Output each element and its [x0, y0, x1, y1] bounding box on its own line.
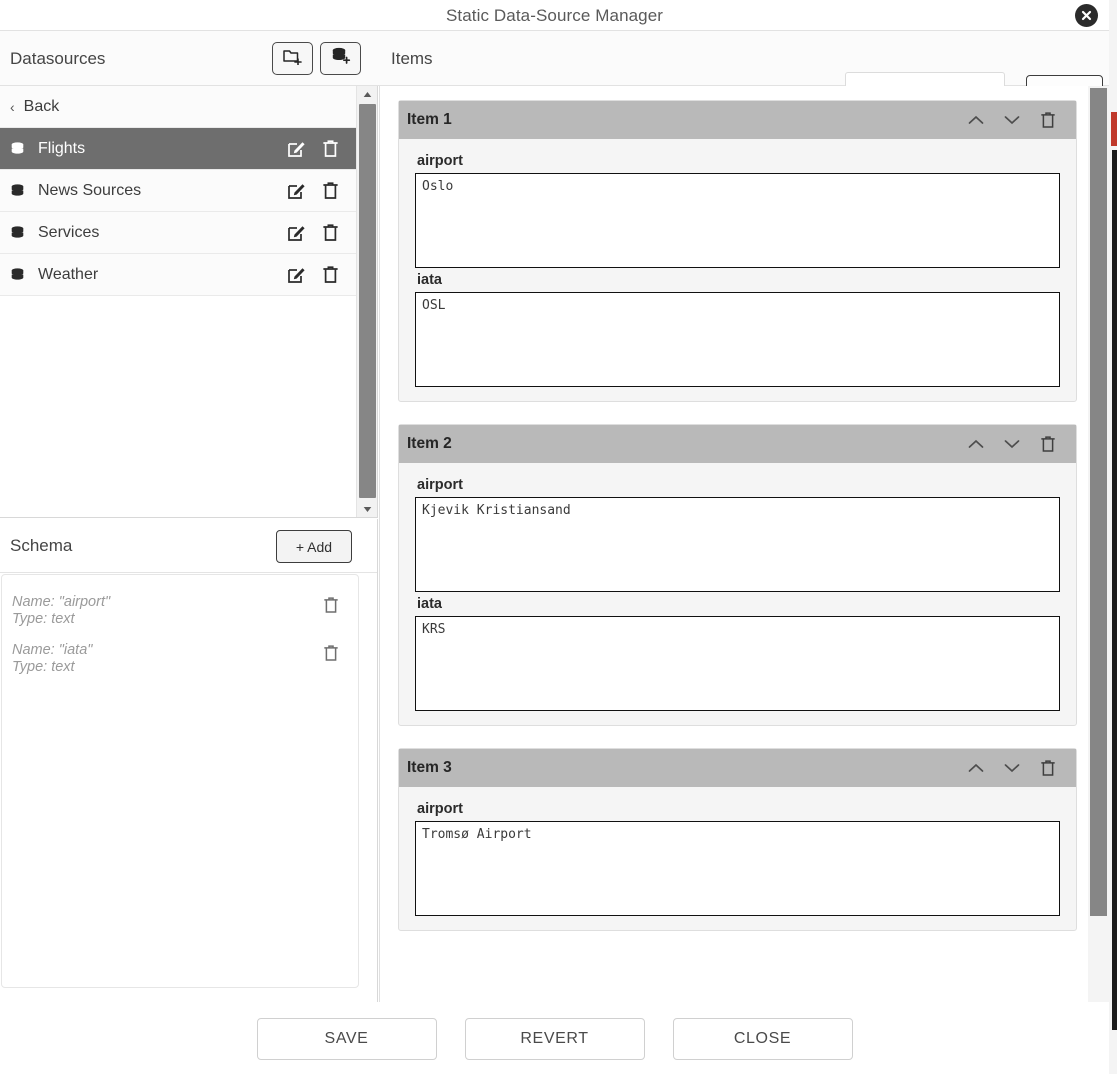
folder-plus-icon — [283, 48, 302, 70]
items-heading: Items — [391, 49, 433, 68]
left-column: ‹ Back Flights News Sources Services Wea… — [0, 86, 378, 1002]
field-label: iata — [417, 272, 442, 288]
edit-icon[interactable] — [279, 265, 313, 284]
item-header: Item 3 — [399, 749, 1076, 787]
sidebar-item-services[interactable]: Services — [0, 212, 357, 254]
add-folder-button[interactable] — [272, 42, 313, 75]
item-title: Item 1 — [407, 111, 452, 128]
chevron-up-icon[interactable] — [958, 429, 994, 459]
item-header: Item 2 — [399, 425, 1076, 463]
schema-field-row: Name: "iata" Type: text — [2, 635, 358, 683]
revert-button[interactable]: REVERT — [464, 1017, 645, 1060]
scrollbar-thumb[interactable] — [1090, 88, 1107, 916]
trash-icon[interactable] — [1030, 753, 1066, 783]
schema-field-row: Name: "airport" Type: text — [2, 587, 358, 635]
datasource-list-scrollbar[interactable] — [356, 86, 377, 517]
trash-icon[interactable] — [313, 265, 347, 284]
database-icon — [10, 267, 25, 282]
edit-icon[interactable] — [279, 223, 313, 242]
items-panel: Item 1 airport Oslo iata OSL Item 2 airp… — [379, 86, 1109, 1002]
chevron-down-icon[interactable] — [994, 429, 1030, 459]
database-icon — [10, 141, 25, 156]
dialog-footer: SAVE REVERT CLOSE — [0, 1003, 1109, 1074]
trash-icon[interactable] — [1030, 105, 1066, 135]
datasources-heading: Datasources — [10, 49, 106, 68]
sidebar-item-label: Services — [38, 223, 100, 241]
chevron-down-icon[interactable] — [994, 105, 1030, 135]
background-accent-strip — [1111, 112, 1117, 146]
schema-field-type: Type: text — [12, 611, 75, 627]
database-icon — [10, 183, 25, 198]
chevron-up-icon[interactable] — [958, 753, 994, 783]
database-icon — [10, 225, 25, 240]
sidebar-item-label: Weather — [38, 265, 99, 283]
chevron-down-icon[interactable] — [994, 753, 1030, 783]
scroll-up-arrow-icon[interactable] — [357, 86, 377, 103]
trash-icon[interactable] — [313, 181, 347, 200]
items-scroll-area: Item 1 airport Oslo iata OSL Item 2 airp… — [380, 86, 1089, 1002]
trash-icon[interactable] — [318, 594, 344, 614]
schema-field-type: Type: text — [12, 659, 75, 675]
chevron-left-icon: ‹ — [10, 98, 15, 115]
item-title: Item 3 — [407, 759, 452, 776]
datasource-list-panel: ‹ Back Flights News Sources Services Wea… — [0, 86, 378, 518]
page-title: Static Data-Source Manager — [445, 6, 664, 25]
chevron-up-icon[interactable] — [958, 105, 994, 135]
sidebar-item-news-sources[interactable]: News Sources — [0, 170, 357, 212]
trash-icon[interactable] — [313, 223, 347, 242]
datasource-list: ‹ Back Flights News Sources Services Wea… — [0, 86, 357, 296]
close-circle-icon[interactable] — [1075, 4, 1098, 27]
item-card: Item 2 airport Kjevik Kristiansand iata … — [398, 424, 1077, 726]
schema-header: Schema + Add — [0, 519, 377, 573]
background-dark-strip — [1112, 150, 1117, 1030]
field-label: airport — [417, 477, 463, 493]
schema-add-button[interactable]: + Add — [276, 530, 352, 563]
item-card: Item 1 airport Oslo iata OSL — [398, 100, 1077, 402]
trash-icon[interactable] — [318, 642, 344, 662]
field-label: airport — [417, 153, 463, 169]
item-title: Item 2 — [407, 435, 452, 452]
schema-panel: Schema + Add Name: "airport" Type: text — [0, 519, 378, 1002]
save-button[interactable]: SAVE — [256, 1017, 437, 1060]
trash-icon[interactable] — [1030, 429, 1066, 459]
item-body: airport iata — [399, 463, 1076, 725]
field-input-airport[interactable] — [415, 821, 1060, 916]
field-input-airport[interactable] — [415, 497, 1060, 592]
field-input-iata[interactable] — [415, 292, 1060, 387]
schema-heading: Schema — [10, 536, 73, 555]
edit-icon[interactable] — [279, 139, 313, 158]
schema-field-list: Name: "airport" Type: text Name: "iata" — [1, 574, 359, 988]
item-header: Item 1 — [399, 101, 1076, 139]
field-label: airport — [417, 801, 463, 817]
schema-field-name: Name: "airport" — [12, 594, 111, 610]
back-button[interactable]: ‹ Back — [0, 86, 357, 128]
sidebar-item-label: Flights — [38, 139, 86, 157]
edit-icon[interactable] — [279, 181, 313, 200]
sidebar-item-label: News Sources — [38, 181, 142, 199]
item-body: airport — [399, 787, 1076, 930]
scrollbar-thumb[interactable] — [359, 104, 376, 498]
field-label: iata — [417, 596, 442, 612]
item-card: Item 3 airport Tromsø Airport — [398, 748, 1077, 931]
schema-field-name: Name: "iata" — [12, 642, 93, 658]
title-bar: Static Data-Source Manager — [0, 0, 1109, 31]
database-plus-icon — [331, 47, 351, 70]
add-datasource-button[interactable] — [320, 42, 361, 75]
sidebar-item-weather[interactable]: Weather — [0, 254, 357, 296]
sidebar-item-flights[interactable]: Flights — [0, 128, 357, 170]
static-datasource-manager-dialog: Static Data-Source Manager Datasources I… — [0, 0, 1117, 1074]
trash-icon[interactable] — [313, 139, 347, 158]
scroll-down-arrow-icon[interactable] — [357, 501, 377, 517]
field-input-airport[interactable] — [415, 173, 1060, 268]
sub-header: Datasources Items ⚜ — [0, 31, 1109, 113]
back-label: Back — [23, 97, 60, 115]
items-scrollbar[interactable] — [1088, 86, 1109, 1002]
close-button[interactable]: CLOSE — [672, 1017, 853, 1060]
item-body: airport iata — [399, 139, 1076, 401]
field-input-iata[interactable] — [415, 616, 1060, 711]
